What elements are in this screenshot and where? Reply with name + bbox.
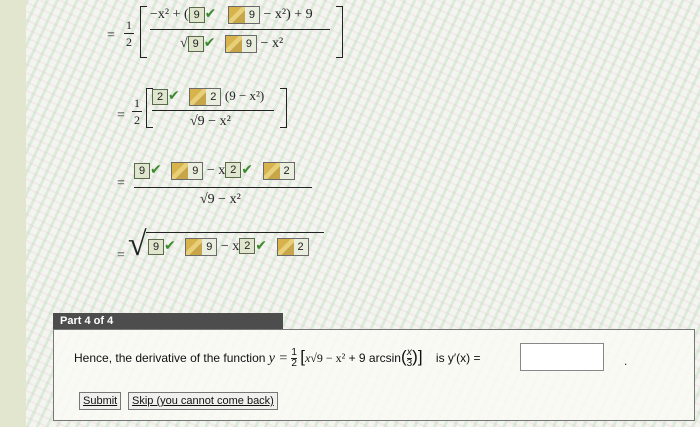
check-icon: ✔ [168,88,180,105]
step1-num-prefix: −x² + ( [150,7,189,23]
is-label: is y′(x) = [435,351,481,365]
step3-answer-box-d: 2 [262,162,295,180]
expr-root: √9 − x² [310,351,346,365]
step2-numerator: 2 ✔ 2 (9 − x²) [152,88,264,106]
close-bracket: ] [417,347,423,366]
step3-box-b-value: 9 [192,165,199,177]
submit-button[interactable]: Submit [79,392,122,410]
check-icon: ✔ [204,6,217,23]
step3-fraction-bar [134,187,312,188]
step1-box-b-value: 9 [248,9,256,21]
step1-fraction-bar [150,29,330,30]
step4-radical-bar [146,232,324,233]
half-fraction: 1 2 [291,348,297,369]
pencil-icon [190,89,207,105]
step1-box-d-value: 9 [245,38,253,50]
pencil-icon [228,7,245,23]
step4-equals: = [117,248,125,263]
step3-box-c: 2 [225,162,242,178]
step4-sqrt-symbol: √ [128,226,147,263]
step1-answer-box-d: 9 [224,35,258,53]
check-icon: ✔ [255,238,267,255]
step4-box-a: 9 [148,239,164,255]
step1-den-suffix: − x² [260,36,284,52]
check-icon: ✔ [203,35,216,52]
pencil-icon [263,163,280,179]
step2-right-bracket [280,88,287,128]
y-equals: y = [268,351,288,366]
step3-numerator: 9 ✔ 9 − x 2 ✔ 2 [134,162,295,180]
step1-denominator: √ 9 ✔ 9 − x² [180,35,283,53]
step1-equals: = [107,28,115,43]
step4-answer-box-d: 2 [276,238,309,256]
check-icon: ✔ [241,162,253,179]
step3-box-d-value: 2 [283,165,290,177]
derivative-answer-input[interactable] [520,343,604,371]
step3-equals: = [117,176,125,191]
step1-box-a: 9 [188,7,205,23]
step1-numerator: −x² + (9 ✔ 9 − x²) + 9 [150,6,313,24]
step3-box-a: 9 [134,163,150,179]
expr-plus: + 9 arcsin [348,351,401,365]
pencil-icon [225,36,242,52]
step2-box-a: 2 [152,89,168,105]
step1-num-suffix: − x²) + 9 [263,7,313,23]
part-panel: Hence, the derivative of the function y … [53,329,695,421]
pencil-icon [277,239,294,255]
step3-answer-box-b: 9 [171,162,204,180]
step1-coef-bar [124,33,134,34]
step4-box-d-value: 2 [297,241,304,253]
pencil-icon [172,163,189,179]
step2-box-b-value: 2 [210,91,217,103]
step1-right-bracket [336,6,343,58]
step4-answer-box-b: 9 [185,238,218,256]
step1-coef-num: 1 [126,18,132,32]
step4-mid: − x [220,239,240,255]
question-prefix: Hence, the derivative of the function [74,351,266,365]
half-den: 2 [291,358,297,370]
check-icon: ✔ [150,162,162,179]
step2-denominator: √9 − x² [190,114,231,129]
step2-num-suffix: (9 − x²) [224,88,265,104]
skip-button[interactable]: Skip (you cannot come back) [128,392,278,410]
step4-box-c: 2 [239,238,256,254]
step3-mid: − x [206,163,226,179]
step1-answer-box-b: 9 [227,6,261,24]
step1-left-bracket [140,6,147,58]
step2-fraction-bar [152,110,274,111]
sqrt-symbol: √ [180,36,188,52]
pencil-icon [186,239,203,255]
part-header: Part 4 of 4 [53,313,283,329]
step4-radicand: 9 ✔ 9 − x 2 ✔ 2 [148,238,309,256]
question-text: Hence, the derivative of the function y … [74,347,481,369]
step2-coef-den: 2 [134,113,140,127]
step3-denominator: √9 − x² [200,192,241,207]
step2-coef-bar [132,111,142,112]
left-strip [0,0,26,427]
check-icon: ✔ [164,238,176,255]
step2-equals: = [117,108,125,123]
step2-coef-num: 1 [134,96,140,110]
step4-box-b-value: 9 [206,241,213,253]
step1-coef-den: 2 [126,35,132,49]
step2-answer-box-b: 2 [189,88,222,106]
trailing-period: . [624,354,628,368]
step1-box-c: 9 [187,36,204,52]
